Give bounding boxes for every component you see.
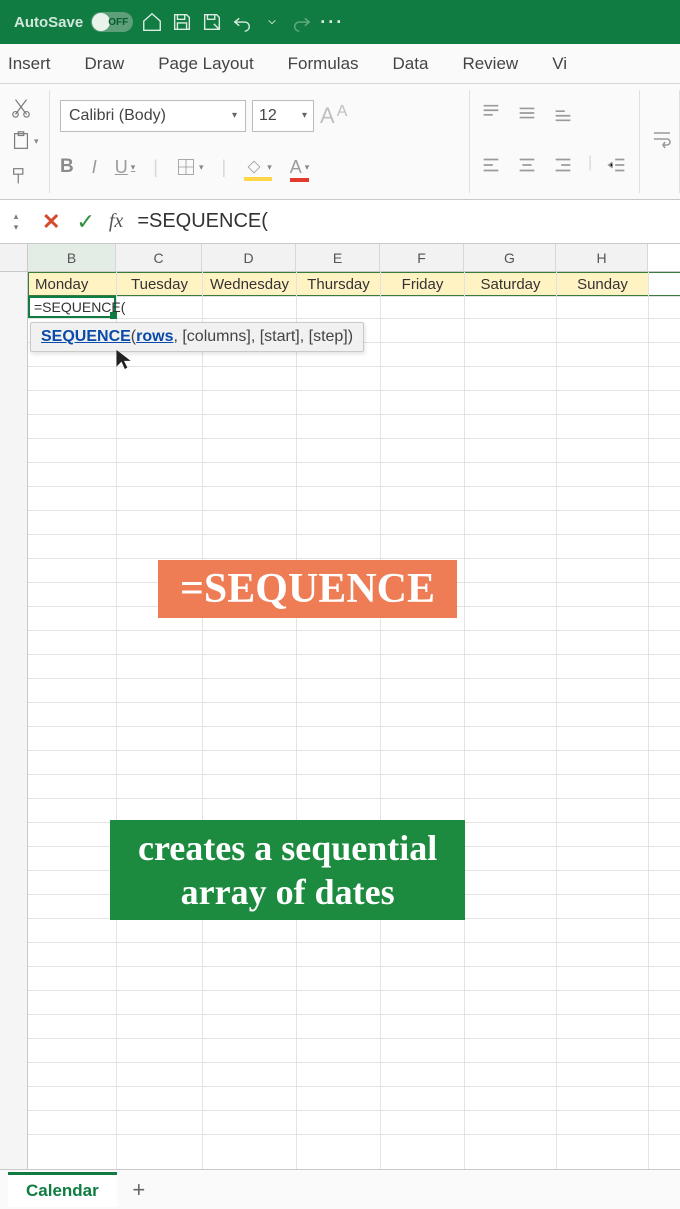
align-center-icon[interactable]: [516, 154, 538, 181]
tooltip-arg-rows[interactable]: rows: [136, 328, 173, 345]
select-all-corner[interactable]: [0, 244, 28, 271]
sheet-tab-calendar[interactable]: Calendar: [8, 1172, 117, 1207]
font-name-select[interactable]: Calibri (Body)▾: [60, 100, 246, 132]
col-header-f[interactable]: F: [380, 244, 464, 271]
undo-icon[interactable]: [231, 11, 253, 33]
day-wednesday: Wednesday: [203, 273, 297, 295]
underline-button[interactable]: U▾: [115, 157, 136, 178]
font-color-button[interactable]: A▾: [290, 157, 310, 178]
day-saturday: Saturday: [465, 273, 557, 295]
autosave-toggle[interactable]: OFF: [91, 12, 133, 32]
indent-decrease-icon[interactable]: [606, 154, 628, 181]
align-top-icon[interactable]: [480, 102, 502, 129]
align-middle-icon[interactable]: [516, 102, 538, 129]
formula-cancel-button[interactable]: ✕: [32, 209, 70, 235]
more-icon[interactable]: ···: [321, 11, 343, 33]
ribbon: ▾ Calibri (Body)▾ 12▾ AA B I U▾ |: [0, 84, 680, 200]
formula-input[interactable]: =SEQUENCE(: [131, 210, 680, 233]
col-header-g[interactable]: G: [464, 244, 556, 271]
formula-bar: ▴ ▾ ✕ ✓ fx =SEQUENCE(: [0, 200, 680, 244]
namebox-up-icon[interactable]: ▴: [14, 212, 19, 221]
day-tuesday: Tuesday: [117, 273, 203, 295]
overlay-caption-banner: creates a sequential array of dates: [110, 820, 465, 920]
wrap-text-icon[interactable]: [650, 127, 669, 156]
italic-button[interactable]: I: [92, 157, 97, 178]
tooltip-args-rest: , [columns], [start], [step]): [173, 328, 353, 345]
home-icon[interactable]: [141, 11, 163, 33]
day-friday: Friday: [381, 273, 465, 295]
clipboard-group: ▾: [0, 90, 50, 193]
title-bar: AutoSave OFF ···: [0, 0, 680, 44]
font-group: Calibri (Body)▾ 12▾ AA B I U▾ | ▾ | ▾: [50, 90, 470, 193]
day-thursday: Thursday: [297, 273, 381, 295]
sheet-tab-bar: Calendar +: [0, 1169, 680, 1209]
fill-color-button[interactable]: ▾: [244, 157, 272, 177]
tab-review[interactable]: Review: [460, 50, 520, 78]
save-icon[interactable]: [171, 11, 193, 33]
col-header-e[interactable]: E: [296, 244, 380, 271]
namebox-stepper[interactable]: ▴ ▾: [0, 212, 32, 232]
fill-handle[interactable]: [110, 312, 117, 319]
add-sheet-button[interactable]: +: [125, 1176, 153, 1204]
ribbon-tabs: Insert Draw Page Layout Formulas Data Re…: [0, 44, 680, 84]
redo-icon[interactable]: [291, 11, 313, 33]
row-headers[interactable]: [0, 272, 28, 1169]
overlay-formula-banner: =SEQUENCE: [158, 560, 457, 618]
column-headers: B C D E F G H: [0, 244, 680, 272]
col-header-c[interactable]: C: [116, 244, 202, 271]
align-bottom-icon[interactable]: [552, 102, 574, 129]
cut-icon[interactable]: [10, 96, 39, 118]
tab-data[interactable]: Data: [391, 50, 431, 78]
tab-draw[interactable]: Draw: [83, 50, 127, 78]
paste-icon[interactable]: ▾: [10, 130, 39, 152]
formula-confirm-button[interactable]: ✓: [70, 209, 100, 235]
tab-view[interactable]: Vi: [550, 50, 569, 78]
format-painter-icon[interactable]: [10, 165, 39, 187]
day-header-row: Monday Tuesday Wednesday Thursday Friday…: [28, 272, 680, 296]
gridlines: [28, 272, 680, 1169]
wrap-group: [640, 90, 680, 193]
tab-insert[interactable]: Insert: [6, 50, 53, 78]
col-header-h[interactable]: H: [556, 244, 648, 271]
align-right-icon[interactable]: [552, 154, 574, 181]
tab-page-layout[interactable]: Page Layout: [156, 50, 255, 78]
cursor-icon: [114, 348, 134, 377]
save-as-icon[interactable]: [201, 11, 223, 33]
undo-dropdown-icon[interactable]: [261, 11, 283, 33]
bold-button[interactable]: B: [60, 156, 74, 178]
autosave-label: AutoSave: [14, 14, 83, 31]
align-left-icon[interactable]: [480, 154, 502, 181]
col-header-b[interactable]: B: [28, 244, 116, 271]
tooltip-fn-link[interactable]: SEQUENCE: [41, 328, 131, 345]
borders-button[interactable]: ▾: [176, 157, 204, 177]
alignment-group: |: [470, 90, 640, 193]
col-header-d[interactable]: D: [202, 244, 296, 271]
day-sunday: Sunday: [557, 273, 649, 295]
worksheet[interactable]: Monday Tuesday Wednesday Thursday Friday…: [0, 272, 680, 1169]
font-size-select[interactable]: 12▾: [252, 100, 314, 132]
active-cell[interactable]: =SEQUENCE(: [28, 296, 116, 318]
font-grow-shrink[interactable]: AA: [320, 103, 347, 129]
tab-formulas[interactable]: Formulas: [286, 50, 361, 78]
function-tooltip[interactable]: SEQUENCE(rows, [columns], [start], [step…: [30, 322, 364, 352]
namebox-down-icon[interactable]: ▾: [14, 223, 19, 232]
day-monday: Monday: [29, 273, 117, 295]
fx-icon[interactable]: fx: [101, 210, 131, 233]
